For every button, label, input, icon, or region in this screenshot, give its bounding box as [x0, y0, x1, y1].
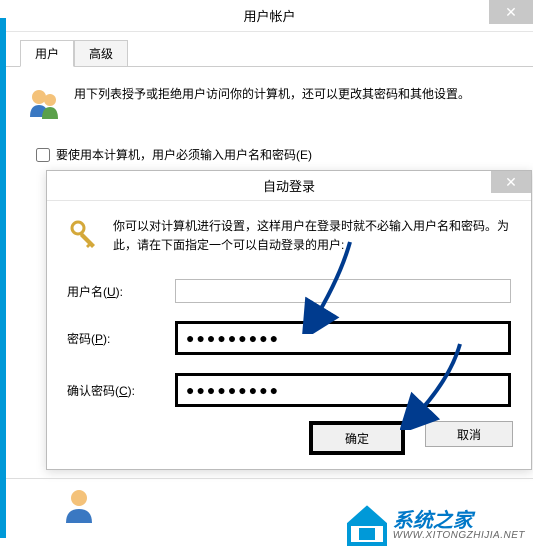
- password-label: 密码(P):: [67, 330, 157, 347]
- tab-users[interactable]: 用户: [20, 40, 74, 67]
- auto-login-dialog: 自动登录 ✕ 你可以对计算机进行设置，这样用户在登录时就不必输入用户名和密码。为…: [46, 170, 532, 470]
- parent-titlebar: 用户帐户 ✕: [6, 0, 533, 32]
- close-icon: ✕: [505, 174, 517, 191]
- close-icon: ✕: [505, 4, 517, 21]
- user-accounts-dialog: 用户帐户 ✕ 用户 高级 用下列表授予或拒绝用户访问你的计算机，还可以更改其密码…: [6, 0, 533, 193]
- require-password-label: 要使用本计算机，用户必须输入用户名和密码(E): [56, 146, 312, 163]
- child-title: 自动登录: [263, 176, 315, 195]
- cancel-button[interactable]: 取消: [425, 421, 513, 447]
- username-label: 用户名(U):: [67, 283, 157, 300]
- password-input[interactable]: [175, 321, 511, 355]
- username-input[interactable]: [175, 279, 511, 303]
- intro-text: 用下列表授予或拒绝用户访问你的计算机，还可以更改其密码和其他设置。: [74, 85, 513, 104]
- tab-advanced[interactable]: 高级: [74, 40, 128, 66]
- confirm-password-label: 确认密码(C):: [67, 382, 157, 399]
- brand-url: WWW.XITONGZHIJIA.NET: [393, 531, 525, 541]
- require-password-checkbox[interactable]: [36, 148, 50, 162]
- tab-bar: 用户 高级: [6, 32, 533, 67]
- brand-name: 系统之家: [393, 511, 525, 531]
- ok-button[interactable]: 确定: [309, 421, 405, 455]
- confirm-password-input[interactable]: [175, 373, 511, 407]
- branding-logo: 系统之家 WWW.XITONGZHIJIA.NET: [345, 504, 525, 548]
- parent-close-button[interactable]: ✕: [489, 0, 533, 24]
- parent-title: 用户帐户: [243, 6, 295, 25]
- child-titlebar: 自动登录 ✕: [47, 171, 531, 201]
- house-icon: [345, 504, 389, 548]
- user-avatar-icon: [60, 485, 98, 526]
- child-intro-text: 你可以对计算机进行设置，这样用户在登录时就不必输入用户名和密码。为此，请在下面指…: [113, 217, 511, 255]
- child-close-button[interactable]: ✕: [491, 171, 531, 193]
- bottom-strip: 系统之家 WWW.XITONGZHIJIA.NET: [6, 478, 533, 550]
- users-icon: [26, 85, 62, 124]
- keys-icon: [67, 217, 101, 254]
